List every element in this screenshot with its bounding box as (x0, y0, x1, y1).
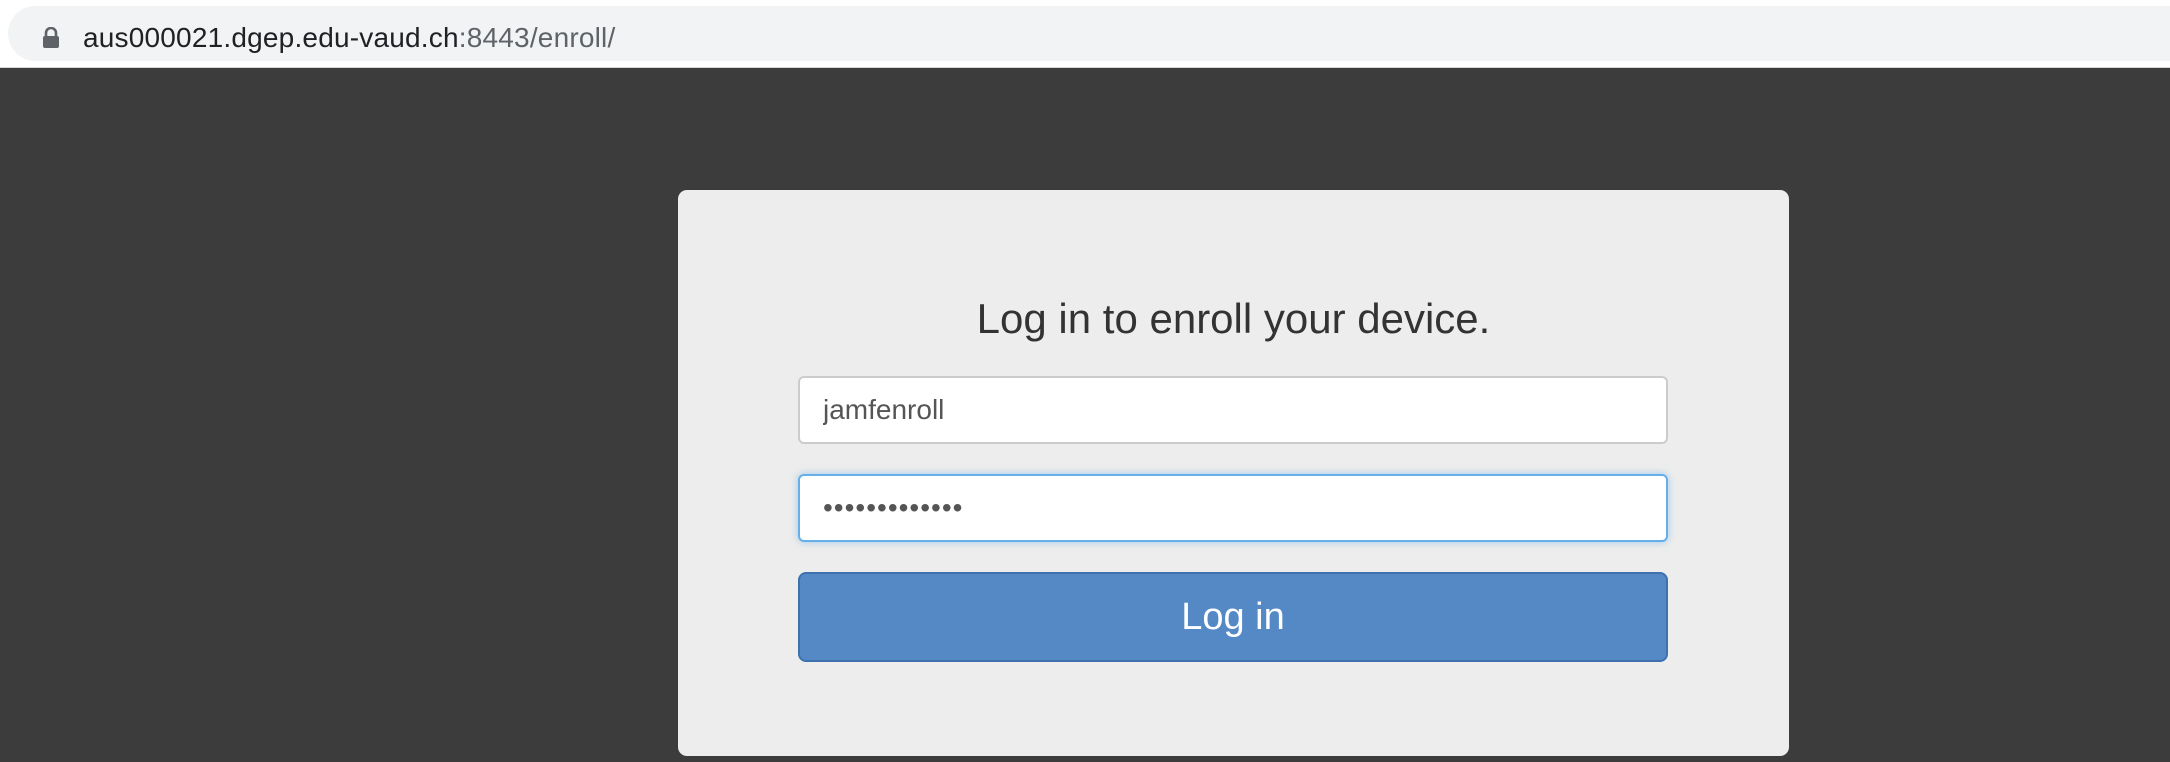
lock-icon[interactable] (42, 26, 60, 49)
browser-address-bar: aus000021.dgep.edu-vaud.ch:8443/enroll/ (0, 0, 2170, 68)
url-omnibox[interactable]: aus000021.dgep.edu-vaud.ch:8443/enroll/ (8, 6, 2170, 61)
page-background: Log in to enroll your device. Log in (0, 68, 2170, 762)
url-text[interactable]: aus000021.dgep.edu-vaud.ch:8443/enroll/ (83, 20, 615, 56)
login-button[interactable]: Log in (798, 572, 1668, 662)
page-title: Log in to enroll your device. (976, 295, 1491, 342)
enroll-login-card: Log in to enroll your device. Log in (678, 190, 1789, 756)
password-input[interactable] (798, 474, 1668, 542)
url-path: :8443/enroll/ (458, 22, 616, 53)
url-host: aus000021.dgep.edu-vaud.ch (83, 22, 459, 53)
username-input[interactable] (798, 376, 1668, 444)
